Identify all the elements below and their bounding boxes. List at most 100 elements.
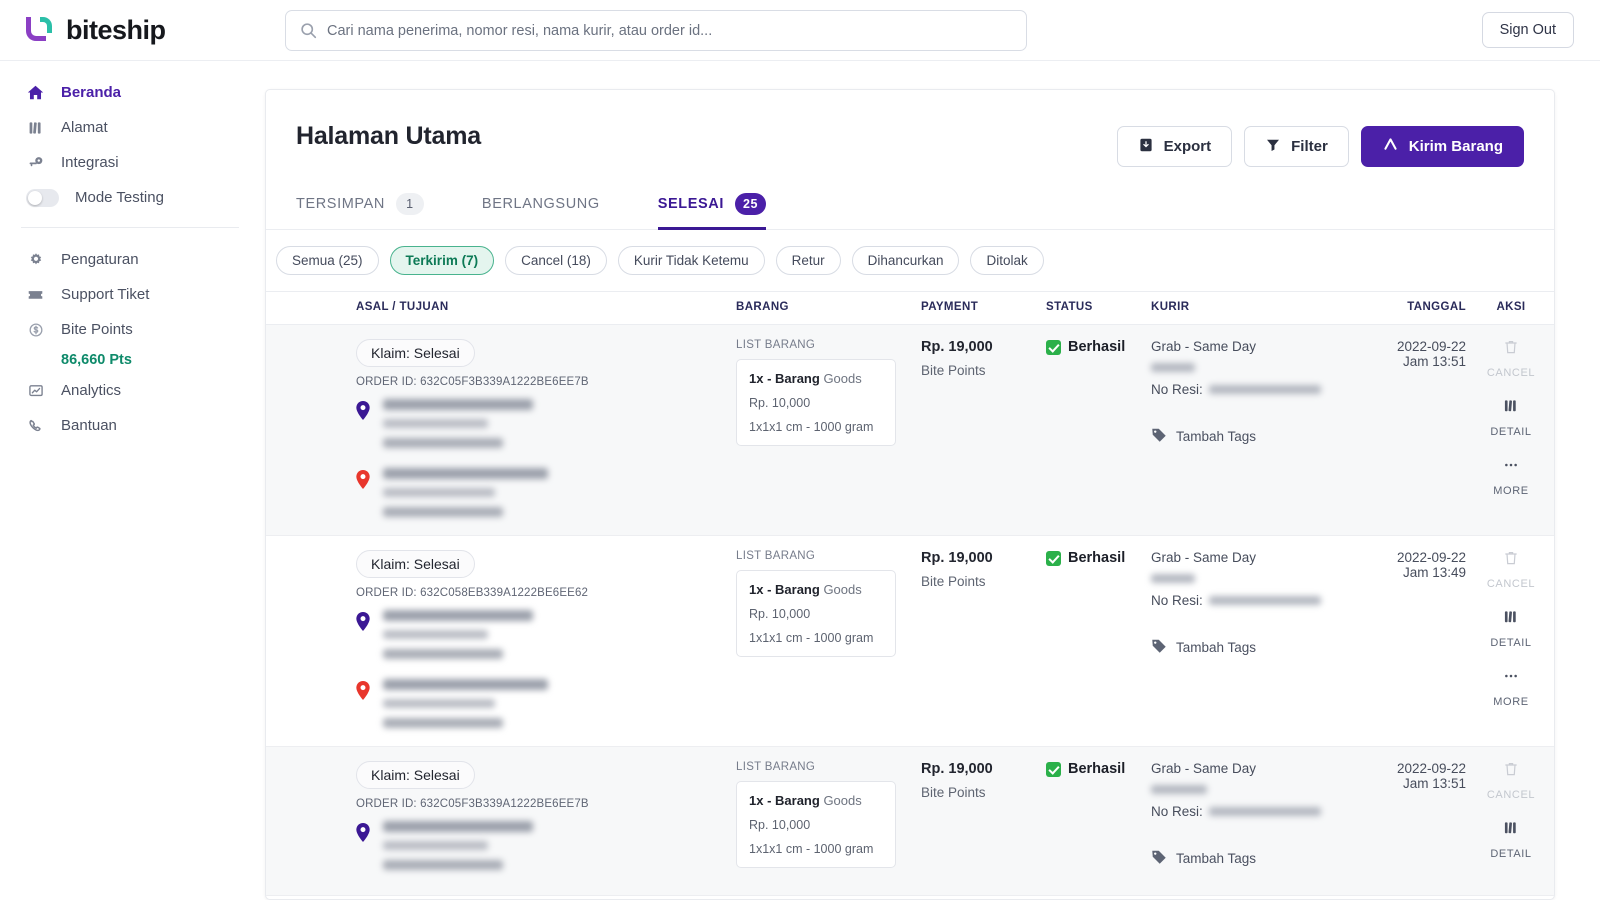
- sidebar-item-analytics[interactable]: Analytics: [0, 373, 265, 408]
- search-box[interactable]: [285, 10, 1027, 51]
- payment-method: Bite Points: [921, 785, 986, 800]
- origin-phone-redacted: [383, 419, 488, 428]
- sidebar-item-integrasi[interactable]: Integrasi: [0, 145, 265, 180]
- origin-address: [356, 399, 736, 448]
- chip-dihancurkan[interactable]: Dihancurkan: [851, 246, 960, 275]
- kirim-barang-button[interactable]: Kirim Barang: [1360, 126, 1524, 167]
- tambah-tags-label: Tambah Tags: [1176, 640, 1257, 655]
- sidebar-item-mode-testing[interactable]: Mode Testing: [0, 180, 265, 215]
- cell-tanggal: 2022-09-22 Jam 13:51: [1336, 324, 1466, 536]
- cell-aksi: CANCEL DETAIL MORE: [1466, 324, 1554, 536]
- tab-count-badge: 25: [734, 193, 767, 215]
- resi-value-redacted: [1208, 596, 1321, 605]
- chip-kurir-tidak-ketemu[interactable]: Kurir Tidak Ketemu: [617, 246, 765, 275]
- sidebar-item-alamat[interactable]: Alamat: [0, 110, 265, 145]
- detail-label: DETAIL: [1490, 426, 1532, 438]
- tambah-tags-button[interactable]: Tambah Tags: [1151, 427, 1336, 446]
- origin-pin-icon: [356, 612, 371, 659]
- trash-icon: [1503, 761, 1519, 782]
- chevron-up-icon: [1382, 136, 1399, 157]
- cell-asal-tujuan: Klaim: Selesai ORDER ID: 632C05F3B339A12…: [356, 746, 736, 896]
- table-row[interactable]: Klaim: Selesai ORDER ID: 632C05F3B339A12…: [266, 324, 1554, 536]
- cell-asal-tujuan: Klaim: Selesai ORDER ID: 632C05F3B339A12…: [356, 324, 736, 536]
- detail-icon: [1503, 609, 1519, 630]
- filter-button[interactable]: Filter: [1244, 126, 1349, 167]
- tab-berlangsung[interactable]: BERLANGSUNG: [482, 193, 626, 229]
- goods-dimensions: 1x1x1 cm - 1000 gram: [749, 631, 874, 645]
- search-input[interactable]: [327, 22, 1012, 39]
- table-row[interactable]: Klaim: Selesai ORDER ID: 632C058EB339A12…: [266, 535, 1554, 747]
- orders-table: ASAL / TUJUAN BARANG PAYMENT STATUS KURI…: [266, 291, 1554, 896]
- sidebar-item-label: Mode Testing: [75, 189, 164, 206]
- order-date: 2022-09-22: [1396, 761, 1466, 776]
- detail-action[interactable]: DETAIL: [1490, 398, 1531, 438]
- status-badge: Berhasil: [1046, 550, 1151, 566]
- sidebar-item-support-tiket[interactable]: Support Tiket: [0, 277, 265, 312]
- table-row[interactable]: Klaim: Selesai ORDER ID: 632C05F3B339A12…: [266, 746, 1554, 896]
- detail-icon: [1503, 398, 1519, 419]
- sign-out-button[interactable]: Sign Out: [1481, 12, 1574, 48]
- goods-box: 1x - Barang Goods Rp. 10,000 1x1x1 cm - …: [736, 570, 896, 657]
- chip-terkirim[interactable]: Terkirim (7): [389, 246, 495, 275]
- check-icon: [1046, 761, 1061, 777]
- page-title: Halaman Utama: [296, 122, 481, 150]
- destination-address: [356, 468, 736, 517]
- tab-label: TERSIMPAN: [296, 196, 385, 212]
- col-aksi: AKSI: [1466, 291, 1554, 325]
- col-spacer: [266, 291, 356, 325]
- tambah-tags-button[interactable]: Tambah Tags: [1151, 849, 1336, 868]
- status-tabs: TERSIMPAN 1 BERLANGSUNG SELESAI 25: [266, 193, 1554, 230]
- goods-type: Goods: [823, 371, 862, 386]
- chip-retur[interactable]: Retur: [775, 246, 841, 275]
- detail-action[interactable]: DETAIL: [1490, 609, 1531, 649]
- export-button[interactable]: Export: [1116, 126, 1233, 167]
- destination-pin-icon: [356, 470, 371, 517]
- row-spacer: [266, 324, 356, 536]
- detail-action[interactable]: DETAIL: [1490, 820, 1531, 860]
- tab-selesai[interactable]: SELESAI 25: [657, 193, 792, 230]
- check-icon: [1046, 550, 1061, 566]
- origin-address: [356, 610, 736, 659]
- chip-cancel[interactable]: Cancel (18): [505, 246, 607, 275]
- sidebar-item-pengaturan[interactable]: Pengaturan: [0, 242, 265, 277]
- cancel-action[interactable]: CANCEL: [1487, 339, 1535, 379]
- origin-city-redacted: [383, 649, 503, 659]
- sidebar-item-beranda[interactable]: Beranda: [0, 75, 265, 110]
- cell-tanggal: 2022-09-22 Jam 13:51: [1336, 746, 1466, 896]
- sidebar-item-bantuan[interactable]: Bantuan: [0, 408, 265, 443]
- detail-icon: [1503, 820, 1519, 841]
- cancel-action[interactable]: CANCEL: [1487, 761, 1535, 801]
- chip-semua[interactable]: Semua (25): [276, 246, 379, 275]
- cancel-action[interactable]: CANCEL: [1487, 550, 1535, 590]
- destination-address: [356, 679, 736, 728]
- status-label: Berhasil: [1068, 339, 1126, 355]
- tambah-tags-button[interactable]: Tambah Tags: [1151, 638, 1336, 657]
- mode-testing-toggle[interactable]: [26, 188, 59, 207]
- origin-city-redacted: [383, 860, 503, 870]
- resi-row: No Resi:: [1151, 804, 1336, 819]
- more-action[interactable]: MORE: [1493, 668, 1528, 708]
- cell-status: Berhasil: [1046, 535, 1151, 747]
- origin-address: [356, 821, 736, 870]
- sidebar-divider: [21, 227, 239, 228]
- cell-status: Berhasil: [1046, 324, 1151, 536]
- resi-value-redacted: [1208, 807, 1321, 816]
- resi-label: No Resi:: [1151, 382, 1203, 397]
- origin-pin-icon: [356, 401, 371, 448]
- chip-ditolak[interactable]: Ditolak: [970, 246, 1044, 275]
- tab-tersimpan[interactable]: TERSIMPAN 1: [296, 193, 450, 229]
- status-label: Berhasil: [1068, 761, 1126, 777]
- destination-name-redacted: [383, 468, 548, 479]
- more-action[interactable]: MORE: [1493, 457, 1528, 497]
- origin-city-redacted: [383, 438, 503, 448]
- destination-pin-icon: [356, 681, 371, 728]
- brand-logo[interactable]: biteship: [0, 15, 265, 46]
- goods-qty: 1x - Barang: [749, 582, 820, 597]
- klaim-badge: Klaim: Selesai: [356, 339, 475, 367]
- kirim-barang-label: Kirim Barang: [1408, 138, 1503, 155]
- goods-price: Rp. 10,000: [749, 607, 811, 621]
- courier-name-redacted: [1151, 574, 1195, 583]
- sidebar-item-bite-points[interactable]: Bite Points: [0, 312, 265, 347]
- tambah-tags-label: Tambah Tags: [1176, 851, 1257, 866]
- payment-amount: Rp. 19,000: [921, 339, 993, 355]
